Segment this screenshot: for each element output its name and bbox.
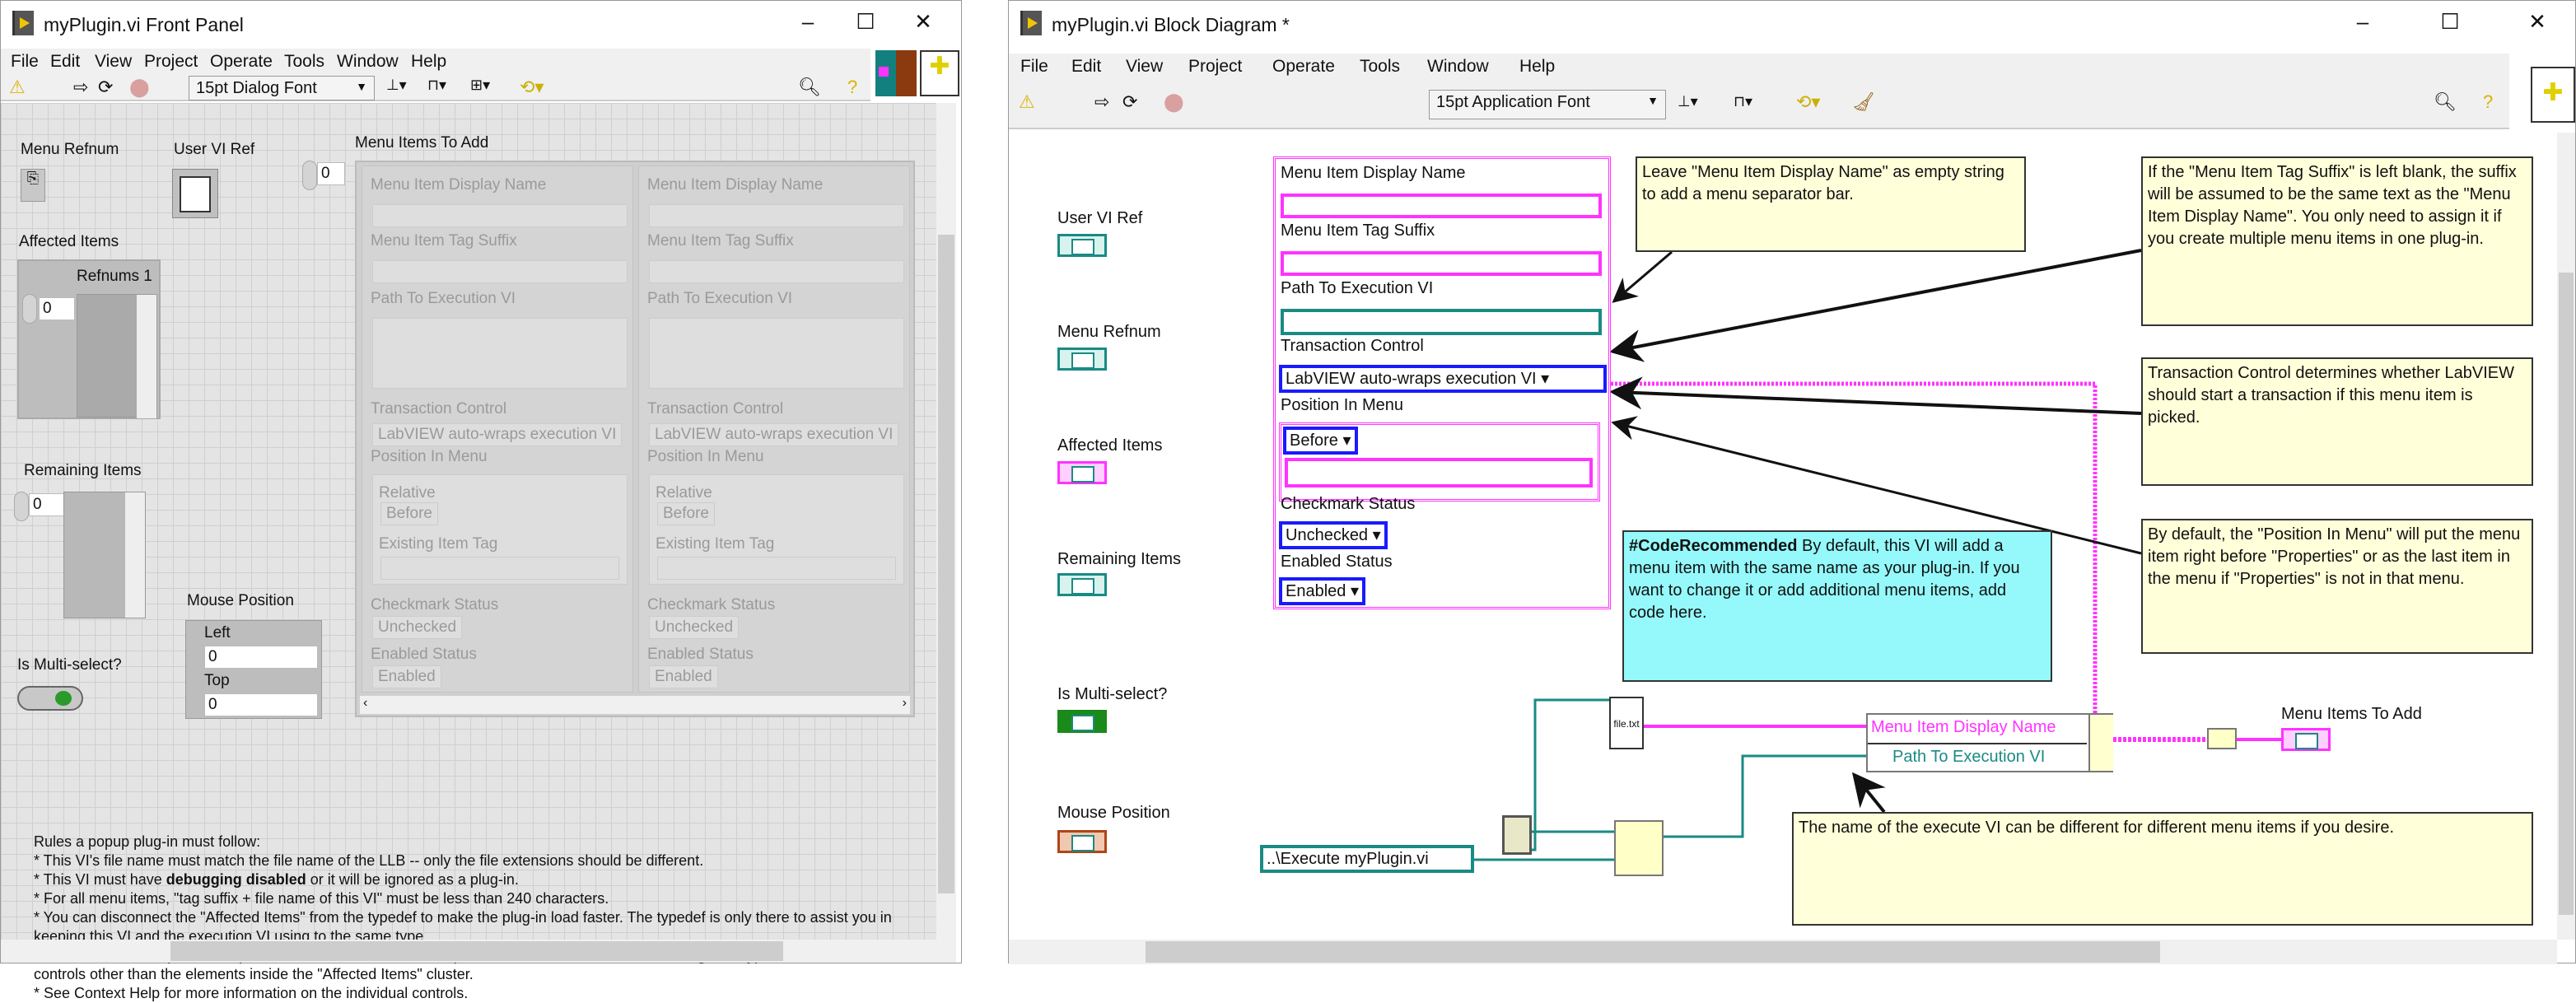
bundle-row-display-name: Menu Item Display Name: [1871, 718, 2056, 736]
existing-tag-field[interactable]: [1285, 458, 1593, 488]
note-arrow-5: [1851, 772, 1886, 814]
mouse-position-terminal[interactable]: [1057, 830, 1107, 853]
enabled-enum[interactable]: Enabled ▾: [1279, 577, 1366, 605]
note-display-name[interactable]: Leave "Menu Item Display Name" as empty …: [1636, 156, 2026, 252]
tag-suffix-label: Menu Item Tag Suffix: [1281, 222, 1435, 240]
note-execute-vi[interactable]: The name of the execute VI can be differ…: [1792, 812, 2533, 926]
affected-items-terminal-label: Affected Items: [1057, 436, 1163, 455]
note-position[interactable]: By default, the "Position In Menu" will …: [2141, 519, 2533, 654]
relative-value: Before: [1290, 432, 1338, 450]
enabled-value: Enabled: [1286, 582, 1346, 600]
multi-select-terminal-label: Is Multi-select?: [1057, 685, 1168, 703]
mouse-position-terminal-label: Mouse Position: [1057, 804, 1170, 822]
display-name-label: Menu Item Display Name: [1281, 164, 1466, 182]
menu-refnum-terminal[interactable]: [1057, 348, 1107, 371]
display-name-field[interactable]: [1281, 194, 1602, 218]
relative-enum[interactable]: Before ▾: [1283, 427, 1358, 455]
menu-items-to-add-label: Menu Items To Add: [2281, 705, 2422, 723]
transaction-value: LabVIEW auto-wraps execution VI: [1286, 370, 1537, 388]
rule-6: * See Context Help for more information …: [34, 985, 469, 1001]
execute-path-constant[interactable]: ..\Execute myPlugin.vi: [1260, 845, 1474, 873]
transaction-label: Transaction Control: [1281, 337, 1424, 355]
affected-items-terminal[interactable]: [1057, 461, 1107, 484]
code-recommended-tag: #CodeRecommended: [1629, 537, 1798, 555]
note-transaction[interactable]: Transaction Control determines whether L…: [2141, 357, 2533, 486]
note-arrow-1: [1612, 250, 1673, 303]
menu-refnum-terminal-label: Menu Refnum: [1057, 323, 1161, 341]
enabled-label: Enabled Status: [1281, 553, 1393, 571]
build-path-node[interactable]: [1614, 820, 1664, 876]
build-array-node[interactable]: [2207, 728, 2237, 749]
remaining-items-terminal-label: Remaining Items: [1057, 550, 1182, 568]
checkmark-value: Unchecked: [1286, 526, 1369, 544]
checkmark-enum[interactable]: Unchecked ▾: [1279, 521, 1388, 549]
tag-suffix-field[interactable]: [1281, 251, 1602, 276]
user-vi-ref-terminal-label: User VI Ref: [1057, 209, 1143, 227]
path-label: Path To Execution VI: [1281, 279, 1434, 297]
bundle-output-bar: [2088, 715, 2113, 771]
bundle-row-path: Path To Execution VI: [1892, 748, 2046, 766]
menu-item-cluster-constant[interactable]: Menu Item Display Name Menu Item Tag Suf…: [1273, 156, 1611, 609]
position-cluster[interactable]: Before ▾: [1279, 422, 1600, 502]
file-constant-text: file.txt: [1613, 718, 1640, 730]
remaining-items-terminal[interactable]: [1057, 573, 1107, 596]
note-code-recommended[interactable]: #CodeRecommended By default, this VI wil…: [1622, 530, 2052, 682]
current-vi-path-node[interactable]: [1502, 815, 1532, 855]
bundle-by-name-node[interactable]: Menu Item Display Name Path To Execution…: [1866, 713, 2113, 772]
execute-path-text: ..\Execute myPlugin.vi: [1267, 850, 1429, 868]
path-field[interactable]: [1281, 309, 1602, 335]
multi-select-terminal[interactable]: [1057, 710, 1107, 733]
file-path-constant[interactable]: file.txt: [1609, 697, 1644, 749]
position-label: Position In Menu: [1281, 396, 1403, 414]
checkmark-label: Checkmark Status: [1281, 495, 1416, 513]
note-arrow-2: [1609, 249, 2142, 362]
note-tag-suffix[interactable]: If the "Menu Item Tag Suffix" is left bl…: [2141, 156, 2533, 326]
user-vi-ref-terminal[interactable]: [1057, 234, 1107, 257]
transaction-enum[interactable]: LabVIEW auto-wraps execution VI ▾: [1279, 365, 1607, 393]
menu-items-to-add-indicator[interactable]: [2281, 728, 2331, 751]
note-arrow-3: [1609, 376, 2142, 415]
path-wire-1: [1532, 698, 1609, 851]
